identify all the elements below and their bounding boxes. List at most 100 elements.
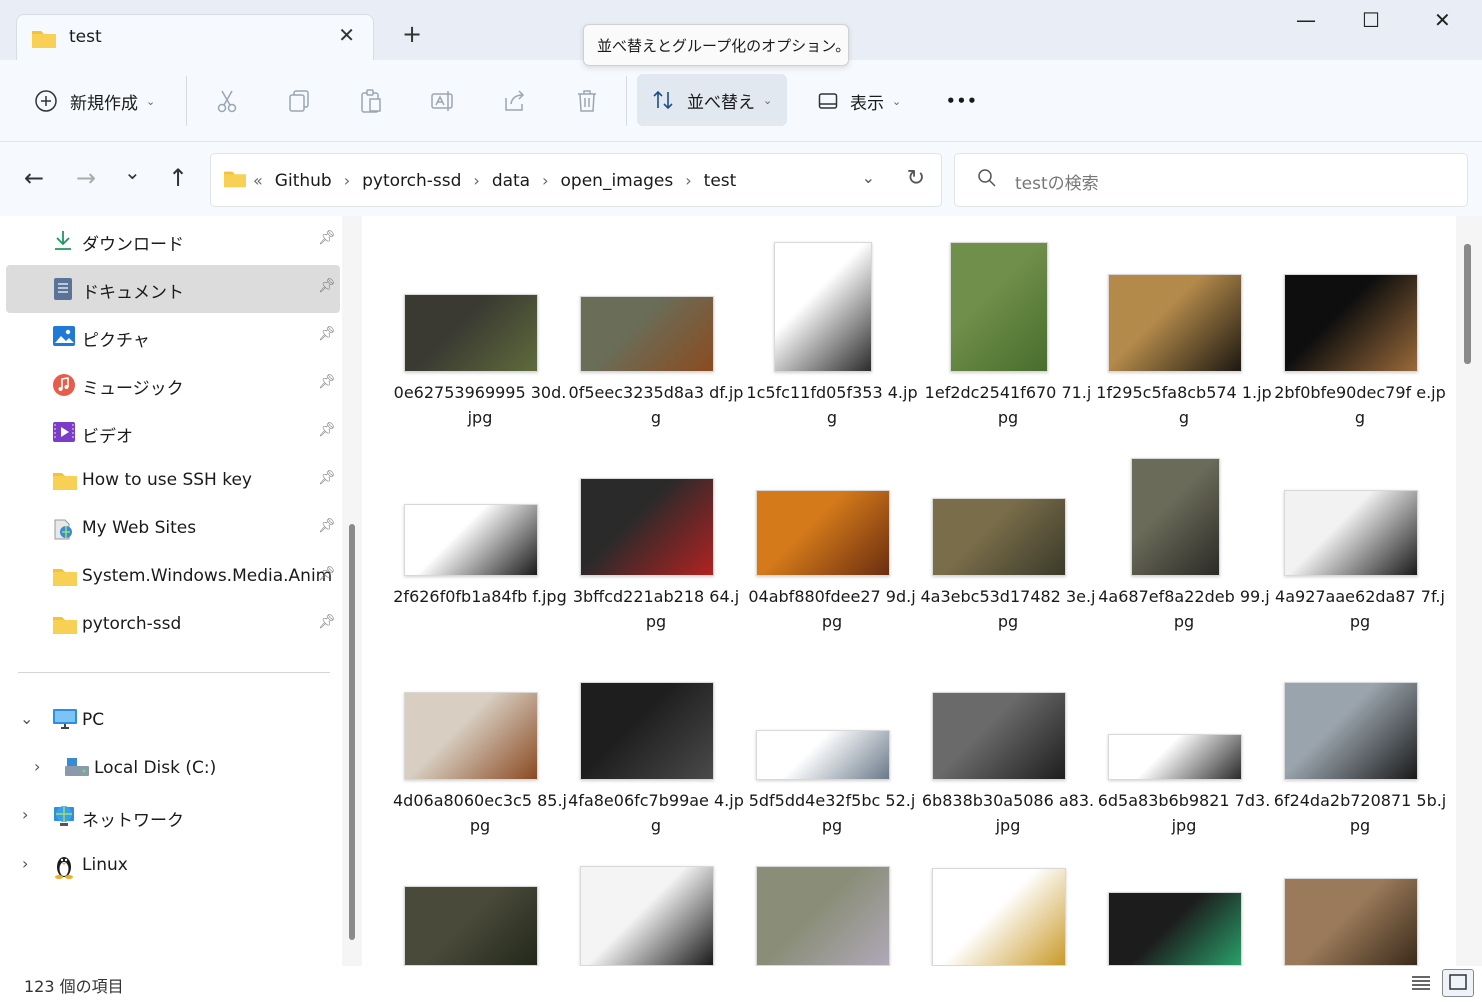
picture-icon [52, 325, 76, 349]
sidebar-item[interactable]: ビデオ 📌︎ [6, 409, 340, 457]
pin-icon[interactable]: 📌︎ [318, 470, 336, 486]
file-item[interactable]: 1f295c5fa8cb574 1.jpg [1096, 232, 1272, 432]
file-item[interactable]: 0e62753969995 30d.jpg [392, 232, 566, 432]
maximize-button[interactable]: ☐ [1362, 8, 1380, 32]
back-button[interactable]: ← [24, 164, 44, 192]
tree-item-local-disk[interactable]: › Local Disk (C:) [0, 744, 334, 792]
file-item[interactable] [920, 844, 1076, 966]
sidebar-item-label: System.Windows.Media.Anim [82, 566, 333, 586]
sidebar-item[interactable]: ピクチャ 📌︎ [6, 313, 340, 361]
sidebar-item-label: How to use SSH key [82, 470, 252, 490]
image-thumbnail [1131, 458, 1220, 576]
chevron-right-icon[interactable]: › [685, 171, 691, 190]
up-button[interactable]: ↑ [168, 164, 188, 192]
details-view-icon[interactable] [1410, 972, 1432, 998]
file-item[interactable]: 2bf0bfe90dec79f e.jpg [1272, 232, 1446, 432]
file-item[interactable] [744, 844, 900, 966]
search-input[interactable]: testの検索 [1015, 169, 1099, 194]
content-scrollbar-thumb[interactable] [1464, 244, 1471, 364]
file-item[interactable]: 6f24da2b720871 5b.jpg [1272, 640, 1446, 840]
recent-locations-button[interactable]: ⌄ [124, 160, 141, 184]
breadcrumb-item[interactable]: test [704, 171, 737, 191]
expand-chevron-icon[interactable]: › [22, 805, 28, 824]
address-bar[interactable]: « Github › pytorch-ssd › data › open_ima… [210, 153, 942, 207]
sort-button-label: 並べ替え [687, 92, 755, 113]
image-thumbnail [932, 868, 1066, 966]
pin-icon[interactable]: 📌︎ [318, 278, 336, 294]
pin-icon[interactable]: 📌︎ [318, 374, 336, 390]
file-item[interactable]: 1c5fc11fd05f353 4.jpg [744, 232, 918, 432]
search-box[interactable]: testの検索 [954, 153, 1468, 207]
pin-icon[interactable]: 📌︎ [318, 566, 336, 582]
file-item[interactable] [1272, 844, 1428, 966]
content-scrollbar[interactable] [1456, 216, 1482, 966]
file-name: 4a687ef8a22deb 99.jpg [1098, 587, 1270, 631]
breadcrumb-item[interactable]: open_images [561, 171, 674, 191]
file-item[interactable]: 4a3ebc53d17482 3e.jpg [920, 436, 1096, 636]
file-item[interactable]: 4d06a8060ec3c5 85.jpg [392, 640, 567, 840]
file-item[interactable] [568, 844, 724, 966]
expand-chevron-icon[interactable]: › [34, 757, 40, 776]
forward-button[interactable]: → [76, 164, 96, 192]
sidebar-item-label: ピクチャ [82, 331, 150, 351]
view-button[interactable]: 表示 ⌄ [818, 80, 901, 122]
paste-icon[interactable] [358, 88, 384, 118]
copy-icon[interactable] [286, 88, 312, 118]
chevron-right-icon[interactable]: › [344, 171, 350, 190]
tree-item-network[interactable]: › ネットワーク [0, 792, 334, 840]
refresh-button[interactable]: ↻ [907, 166, 925, 191]
more-options-button[interactable]: ••• [946, 80, 978, 122]
tree-item-linux[interactable]: › Linux [0, 841, 334, 889]
share-icon[interactable] [502, 88, 528, 118]
sidebar-item[interactable]: ダウンロード 📌︎ [6, 217, 340, 265]
sidebar-item[interactable]: pytorch-ssd 📌︎ [6, 601, 340, 649]
breadcrumb-item[interactable]: data [492, 171, 530, 191]
sidebar-item[interactable]: System.Windows.Media.Anim 📌︎ [6, 553, 340, 601]
close-tab-icon[interactable]: ✕ [338, 23, 355, 47]
sidebar-item[interactable]: ドキュメント 📌︎ [6, 265, 340, 313]
pin-icon[interactable]: 📌︎ [318, 614, 336, 630]
minimize-button[interactable]: — [1296, 8, 1316, 32]
sort-button[interactable]: 並べ替え ⌄ [637, 74, 787, 126]
thumbnail-view-icon[interactable] [1442, 969, 1474, 997]
file-item[interactable]: 2f626f0fb1a84fb f.jpg [392, 436, 567, 636]
expand-chevron-icon[interactable]: › [22, 854, 28, 873]
file-item[interactable]: 1ef2dc2541f670 71.jpg [920, 232, 1091, 432]
pin-icon[interactable]: 📌︎ [318, 422, 336, 438]
chevron-right-icon[interactable]: › [542, 171, 548, 190]
breadcrumb-item[interactable]: pytorch-ssd [362, 171, 461, 191]
breadcrumb-overflow[interactable]: « [253, 171, 263, 190]
sidebar-item[interactable]: How to use SSH key 📌︎ [6, 457, 340, 505]
chevron-right-icon[interactable]: › [473, 171, 479, 190]
pin-icon[interactable]: 📌︎ [318, 518, 336, 534]
file-item[interactable]: 6d5a83b6b9821 7d3.jpg [1096, 640, 1270, 840]
file-item[interactable] [392, 844, 548, 966]
address-dropdown-button[interactable]: ⌄ [862, 168, 875, 187]
expand-chevron-icon[interactable]: ⌄ [20, 709, 33, 728]
file-item[interactable]: 5df5dd4e32f5bc 52.jpg [744, 640, 915, 840]
delete-icon[interactable] [574, 88, 600, 118]
tab-test[interactable]: test ✕ [16, 14, 374, 62]
file-item[interactable] [1096, 844, 1252, 966]
navigation-pane: ダウンロード 📌︎ ドキュメント 📌︎ ピクチャ 📌︎ ミュージック 📌︎ ビデオ 📌︎ How t… [0, 216, 342, 966]
file-item[interactable]: 3bffcd221ab218 64.jpg [568, 436, 739, 636]
file-item[interactable]: 4a927aae62da87 7f.jpg [1272, 436, 1445, 636]
pin-icon[interactable]: 📌︎ [318, 230, 336, 246]
sidebar-item[interactable]: My Web Sites 📌︎ [6, 505, 340, 553]
breadcrumb-item[interactable]: Github [275, 171, 332, 191]
tree-item-pc[interactable]: ⌄ PC [0, 696, 334, 744]
new-tab-button[interactable]: + [402, 20, 422, 48]
file-item[interactable]: 6b838b30a5086 a83.jpg [920, 640, 1094, 840]
new-button-label: 新規作成 [70, 93, 138, 114]
sidebar-scrollbar-thumb[interactable] [349, 524, 355, 940]
pin-icon[interactable]: 📌︎ [318, 326, 336, 342]
rename-icon[interactable] [430, 88, 456, 118]
file-item[interactable]: 04abf880fdee27 9d.jpg [744, 436, 916, 636]
new-button[interactable]: 新規作成 ⌄ [34, 80, 155, 122]
file-item[interactable]: 0f5eec3235d8a3 df.jpg [568, 232, 743, 432]
close-window-button[interactable]: ✕ [1434, 8, 1451, 32]
file-item[interactable]: 4fa8e06fc7b99ae 4.jpg [568, 640, 744, 840]
sidebar-item[interactable]: ミュージック 📌︎ [6, 361, 340, 409]
cut-icon[interactable] [214, 88, 240, 118]
file-item[interactable]: 4a687ef8a22deb 99.jpg [1096, 436, 1270, 636]
